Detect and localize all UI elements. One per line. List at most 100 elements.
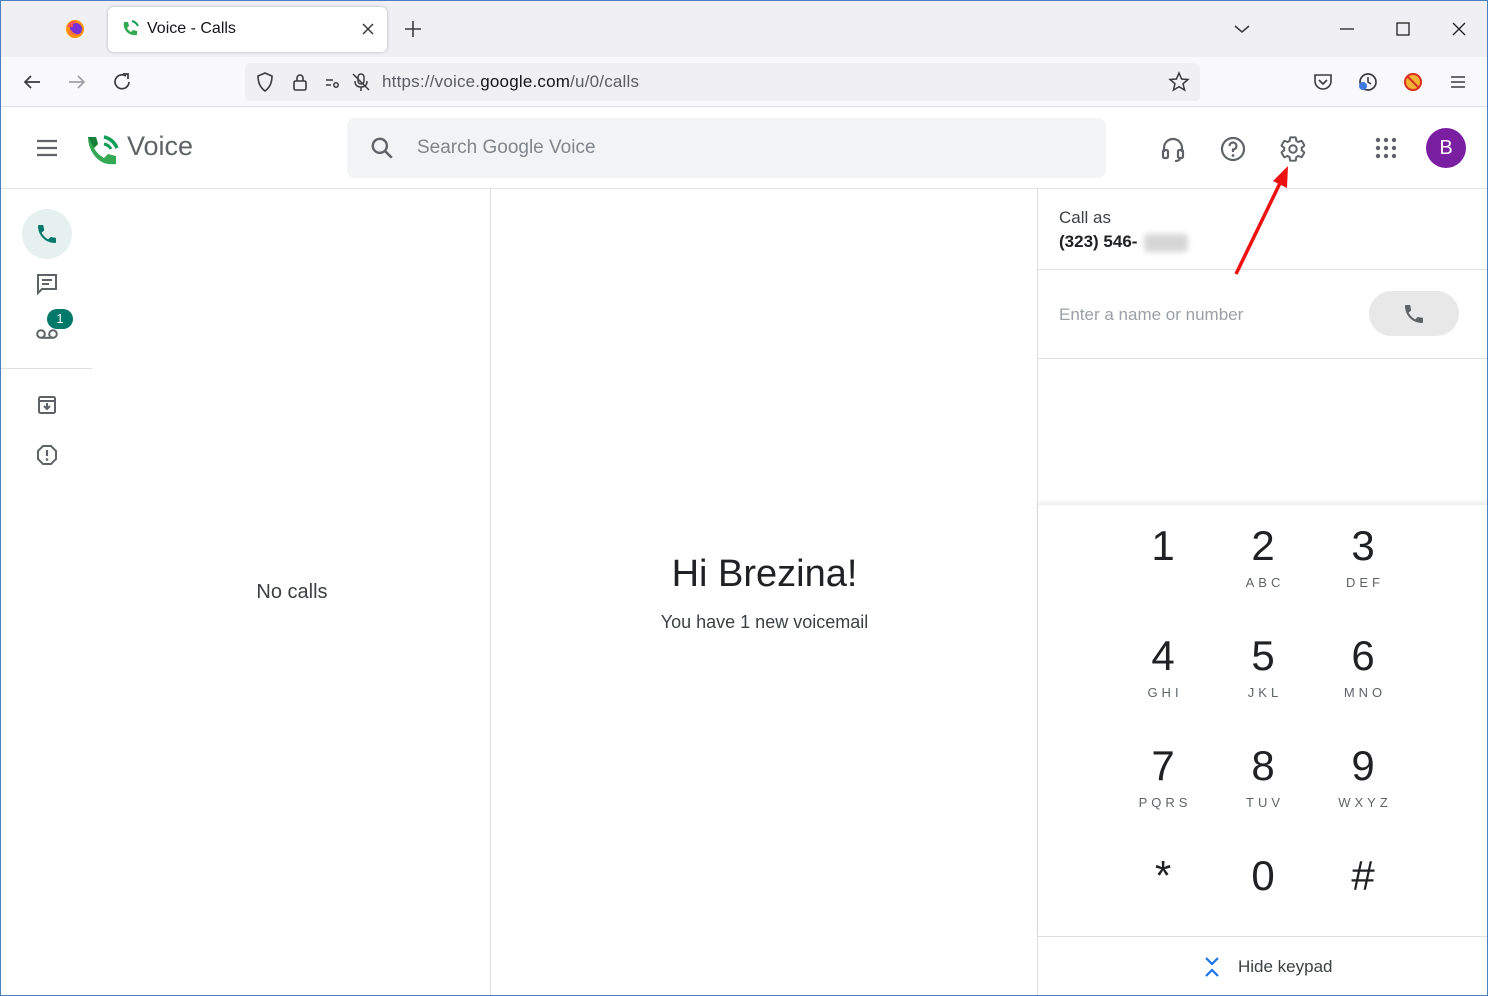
phone-icon xyxy=(1405,305,1423,323)
phone-icon xyxy=(38,225,56,243)
key-star[interactable]: * xyxy=(1113,835,1213,935)
rail-item-archive[interactable] xyxy=(22,380,72,430)
key-digit: * xyxy=(1154,852,1172,899)
close-tab-icon[interactable] xyxy=(358,19,378,39)
key-7[interactable]: 7 PQRS xyxy=(1113,725,1213,825)
key-digit: 0 xyxy=(1251,852,1275,899)
key-digit: 5 xyxy=(1251,632,1275,679)
maximize-window-icon[interactable] xyxy=(1391,17,1415,41)
bookmark-star-icon[interactable] xyxy=(1167,70,1191,94)
key-9[interactable]: 9 WXYZ xyxy=(1313,725,1413,825)
browser-window: Voice - Calls https://voice.google.com/u… xyxy=(0,0,1488,996)
key-2[interactable]: 2 ABC xyxy=(1213,505,1313,605)
support-headset-icon[interactable] xyxy=(1159,135,1187,163)
key-digit: 2 xyxy=(1251,522,1275,569)
key-digit: 3 xyxy=(1351,522,1375,569)
extension-blocker-icon[interactable] xyxy=(1401,70,1425,94)
extension-clock-icon[interactable] xyxy=(1356,70,1380,94)
key-3[interactable]: 3 DEF xyxy=(1313,505,1413,605)
dialer-panel: Call as (323) 546- 1 2 ABC 3 DEF 4 GHI 5 JKL… xyxy=(1037,189,1487,995)
key-letters: JKL xyxy=(1247,685,1283,700)
key-hash[interactable]: # xyxy=(1313,835,1413,935)
google-apps-grid-icon[interactable] xyxy=(1374,136,1398,160)
rail-item-messages[interactable] xyxy=(22,259,72,309)
key-letters: DEF xyxy=(1346,575,1384,590)
search-input[interactable] xyxy=(417,133,1017,163)
key-letters: WXYZ xyxy=(1338,795,1392,810)
key-digit: # xyxy=(1351,852,1375,899)
main-pane: Hi Brezina! You have 1 new voicemail xyxy=(492,189,1037,995)
annotation-arrow-icon xyxy=(1234,166,1288,275)
hamburger-menu-icon[interactable] xyxy=(1446,70,1470,94)
dialer-divider xyxy=(1038,358,1487,359)
archive-icon xyxy=(38,396,56,414)
key-digit: 1 xyxy=(1151,522,1175,569)
list-all-tabs-chevron-down-icon[interactable] xyxy=(1230,17,1254,41)
minimize-window-icon[interactable] xyxy=(1335,17,1359,41)
key-8[interactable]: 8 TUV xyxy=(1213,725,1313,825)
call-as-label: Call as xyxy=(1059,208,1111,227)
address-bar[interactable]: https://voice.google.com/u/0/calls xyxy=(245,63,1200,101)
back-arrow-icon[interactable] xyxy=(20,70,44,94)
voicemail-notice: You have 1 new voicemail xyxy=(660,612,869,632)
call-as-number[interactable]: (323) 546- xyxy=(1059,232,1137,252)
key-digit: 8 xyxy=(1251,742,1275,789)
collapse-chevrons-icon xyxy=(1205,957,1219,977)
forward-arrow-icon[interactable] xyxy=(65,70,89,94)
main-menu-icon[interactable] xyxy=(35,136,59,160)
keypad: 1 2 ABC 3 DEF 4 GHI 5 JKL 6 MNO 7 PQRS 8 TUV 9 W… xyxy=(1038,504,1487,936)
key-letters: PQRS xyxy=(1138,795,1192,810)
key-digit: 7 xyxy=(1151,742,1175,789)
voicemail-count-badge: 1 xyxy=(47,309,73,329)
key-digit: 6 xyxy=(1351,632,1375,679)
redacted-number-blur xyxy=(1144,234,1188,252)
calls-list-pane: No calls xyxy=(93,189,491,995)
rail-divider xyxy=(1,368,92,369)
settings-gear-icon[interactable] xyxy=(1279,135,1307,163)
help-icon[interactable] xyxy=(1219,135,1247,163)
key-letters: ABC xyxy=(1245,575,1285,590)
rail-item-spam[interactable] xyxy=(22,430,72,480)
spam-icon xyxy=(37,445,57,465)
tab-voice-calls[interactable]: Voice - Calls xyxy=(108,7,387,52)
key-5[interactable]: 5 JKL xyxy=(1213,615,1313,715)
key-1[interactable]: 1 xyxy=(1113,505,1213,605)
hide-keypad-label: Hide keypad xyxy=(1238,957,1333,976)
message-icon xyxy=(37,274,57,296)
nav-rail: 1 xyxy=(1,189,93,995)
key-digit: 4 xyxy=(1151,632,1175,679)
rail-item-calls[interactable] xyxy=(22,209,72,259)
tracking-protection-shield-icon[interactable] xyxy=(253,70,277,94)
key-6[interactable]: 6 MNO xyxy=(1313,615,1413,715)
close-window-icon[interactable] xyxy=(1447,17,1471,41)
microphone-blocked-icon[interactable] xyxy=(349,70,373,94)
url-prefix: https://voice. xyxy=(382,72,481,91)
app-name: Voice xyxy=(127,131,194,161)
tab-title: Voice - Calls xyxy=(147,20,236,37)
key-4[interactable]: 4 GHI xyxy=(1113,615,1213,715)
browser-nav-bar: https://voice.google.com/u/0/calls xyxy=(1,57,1487,107)
key-letters: TUV xyxy=(1246,795,1284,810)
key-letters: GHI xyxy=(1147,685,1183,700)
browser-tab-bar: Voice - Calls xyxy=(1,1,1487,57)
search-icon[interactable] xyxy=(369,135,395,161)
permissions-icon[interactable] xyxy=(323,70,347,94)
url-text: https://voice.google.com/u/0/calls xyxy=(382,72,639,92)
pocket-icon[interactable] xyxy=(1311,70,1335,94)
dial-number-input[interactable] xyxy=(1059,301,1369,329)
reload-icon[interactable] xyxy=(110,70,134,94)
call-button[interactable] xyxy=(1369,291,1459,336)
voice-favicon-icon xyxy=(123,20,139,36)
new-tab-icon[interactable] xyxy=(401,17,425,41)
lock-icon[interactable] xyxy=(288,70,312,94)
account-avatar[interactable]: B xyxy=(1426,128,1466,168)
key-digit: 9 xyxy=(1351,742,1375,789)
key-0[interactable]: 0 xyxy=(1213,835,1313,935)
search-bar[interactable] xyxy=(347,118,1106,178)
voice-logo-icon xyxy=(88,135,119,165)
url-domain: google.com xyxy=(480,72,571,91)
firefox-menu-icon[interactable] xyxy=(64,18,86,40)
greeting-heading: Hi Brezina! xyxy=(671,553,858,595)
empty-list-text: No calls xyxy=(256,581,328,603)
hide-keypad-button[interactable]: Hide keypad xyxy=(1038,936,1487,995)
